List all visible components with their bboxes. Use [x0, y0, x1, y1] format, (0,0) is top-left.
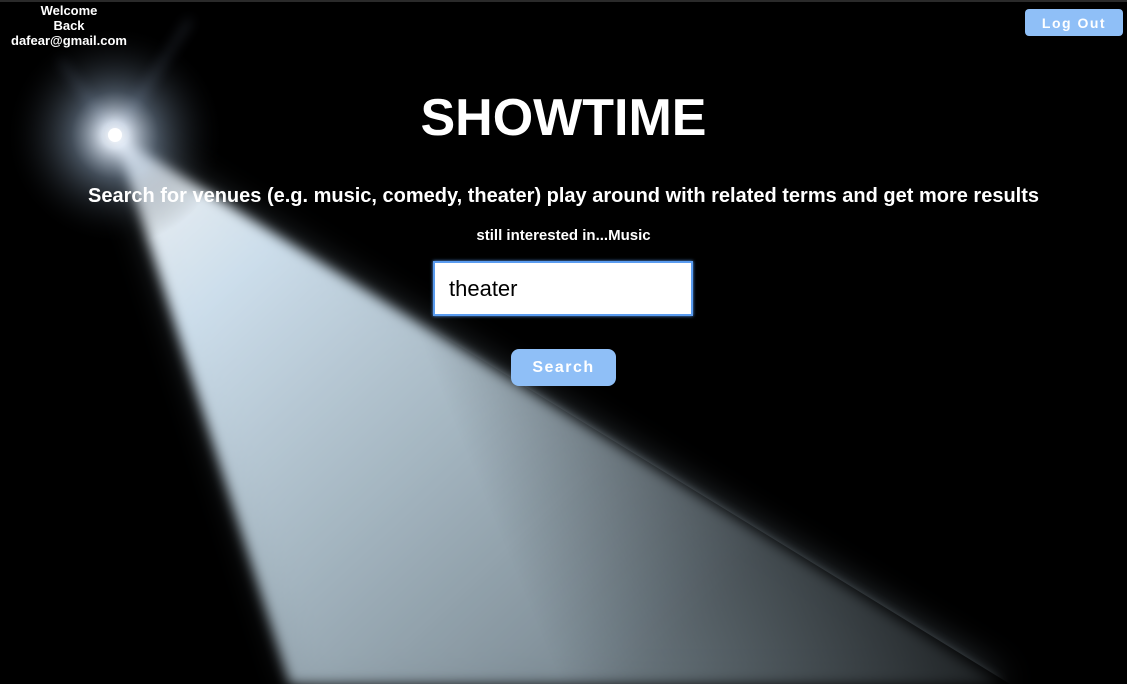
search-button[interactable]: Search: [511, 349, 616, 386]
welcome-line-2: Back: [53, 18, 85, 33]
search-input[interactable]: [433, 261, 693, 316]
welcome-line-1: Welcome: [40, 3, 98, 18]
interest-text: still interested in...Music: [476, 227, 651, 244]
user-email: dafear@gmail.com: [11, 33, 127, 48]
logout-button[interactable]: Log Out: [1025, 9, 1123, 36]
page: Welcome Back dafear@gmail.com Log Out SH…: [0, 0, 1127, 684]
search-instructions: Search for venues (e.g. music, comedy, t…: [87, 185, 1039, 207]
welcome-message: Welcome Back dafear@gmail.com: [4, 3, 134, 48]
page-title: SHOWTIME: [420, 89, 707, 147]
